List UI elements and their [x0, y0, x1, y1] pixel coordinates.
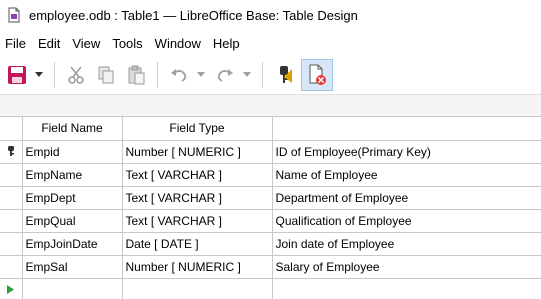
field-type-cell[interactable] — [122, 278, 273, 299]
field-type-cell[interactable]: Text [ VARCHAR ] — [122, 186, 273, 210]
menu-tools[interactable]: Tools — [107, 36, 147, 51]
table-row[interactable]: EmpQual Text [ VARCHAR ] Qualification o… — [0, 209, 541, 233]
field-type-cell[interactable]: Text [ VARCHAR ] — [122, 163, 273, 187]
copy-icon — [98, 66, 114, 84]
undo-dropdown-button[interactable] — [196, 61, 206, 89]
row-handle[interactable] — [0, 163, 23, 187]
row-handle[interactable] — [0, 278, 23, 299]
toolbar-separator — [54, 62, 55, 88]
description-cell[interactable]: Salary of Employee — [272, 255, 541, 279]
menu-bar: File Edit View Tools Window Help — [0, 33, 541, 53]
description-cell[interactable]: Department of Employee — [272, 186, 541, 210]
table-row[interactable]: EmpJoinDate Date [ DATE ] Join date of E… — [0, 232, 541, 256]
redo-dropdown-button[interactable] — [242, 61, 252, 89]
field-name-cell[interactable]: EmpSal — [22, 255, 123, 279]
description-cell[interactable]: Join date of Employee — [272, 232, 541, 256]
menu-view[interactable]: View — [67, 36, 105, 51]
table-row[interactable]: EmpDept Text [ VARCHAR ] Department of E… — [0, 186, 541, 210]
save-button[interactable] — [4, 61, 30, 89]
copy-button[interactable] — [93, 61, 119, 89]
field-type-cell[interactable]: Date [ DATE ] — [122, 232, 273, 256]
toolbar-gap — [0, 94, 541, 116]
description-cell[interactable]: ID of Employee(Primary Key) — [272, 140, 541, 164]
cut-button[interactable] — [63, 61, 89, 89]
undo-icon — [171, 69, 187, 82]
save-icon — [8, 66, 26, 84]
undo-button[interactable] — [166, 61, 192, 89]
menu-window[interactable]: Window — [150, 36, 206, 51]
paste-button[interactable] — [123, 61, 149, 89]
menu-edit[interactable]: Edit — [33, 36, 65, 51]
row-handle[interactable] — [0, 255, 23, 279]
chevron-down-icon — [197, 72, 205, 77]
column-header-field-type[interactable]: Field Type — [122, 117, 273, 141]
primary-key-icon — [280, 66, 292, 83]
menu-file[interactable]: File — [0, 36, 31, 51]
primary-key-button[interactable] — [271, 61, 297, 89]
field-name-cell[interactable] — [22, 278, 123, 299]
window-title: employee.odb : Table1 — LibreOffice Base… — [29, 7, 358, 23]
primary-key-icon — [7, 145, 14, 156]
table-design-grid: Field Name Field Type Empid Number [ NUM… — [0, 116, 541, 299]
field-name-cell[interactable]: EmpJoinDate — [22, 232, 123, 256]
field-name-cell[interactable]: EmpName — [22, 163, 123, 187]
column-header-description[interactable] — [272, 117, 541, 141]
field-type-cell[interactable]: Number [ NUMERIC ] — [122, 140, 273, 164]
chevron-down-icon — [35, 72, 43, 77]
libreoffice-base-icon — [8, 7, 20, 23]
field-name-cell[interactable]: EmpDept — [22, 186, 123, 210]
redo-button[interactable] — [212, 61, 238, 89]
header-row: Field Name Field Type — [0, 117, 541, 141]
row-handle[interactable] — [0, 140, 23, 164]
toolbar-separator — [157, 62, 158, 88]
table-row[interactable]: Empid Number [ NUMERIC ] ID of Employee(… — [0, 140, 541, 164]
save-dropdown-button[interactable] — [34, 61, 44, 89]
cut-icon — [68, 66, 84, 84]
paste-icon — [128, 65, 145, 85]
toolbar-separator — [262, 62, 263, 88]
description-cell[interactable] — [272, 278, 541, 299]
column-header-field-name[interactable]: Field Name — [22, 117, 123, 141]
field-name-cell[interactable]: EmpQual — [22, 209, 123, 233]
index-design-button[interactable] — [301, 59, 333, 91]
chevron-down-icon — [243, 72, 251, 77]
title-bar: employee.odb : Table1 — LibreOffice Base… — [0, 0, 541, 30]
redo-icon — [217, 69, 233, 82]
new-row[interactable] — [0, 278, 541, 299]
field-type-cell[interactable]: Number [ NUMERIC ] — [122, 255, 273, 279]
field-type-cell[interactable]: Text [ VARCHAR ] — [122, 209, 273, 233]
table-row[interactable]: EmpSal Number [ NUMERIC ] Salary of Empl… — [0, 255, 541, 279]
row-handle[interactable] — [0, 186, 23, 210]
table-row[interactable]: EmpName Text [ VARCHAR ] Name of Employe… — [0, 163, 541, 187]
toolbar — [0, 57, 541, 93]
green-arrow-icon — [7, 284, 15, 294]
row-handle-header — [0, 117, 23, 141]
field-name-cell[interactable]: Empid — [22, 140, 123, 164]
description-cell[interactable]: Qualification of Employee — [272, 209, 541, 233]
row-handle[interactable] — [0, 232, 23, 256]
menu-help[interactable]: Help — [208, 36, 245, 51]
description-cell[interactable]: Name of Employee — [272, 163, 541, 187]
index-design-icon — [309, 64, 326, 85]
row-handle[interactable] — [0, 209, 23, 233]
